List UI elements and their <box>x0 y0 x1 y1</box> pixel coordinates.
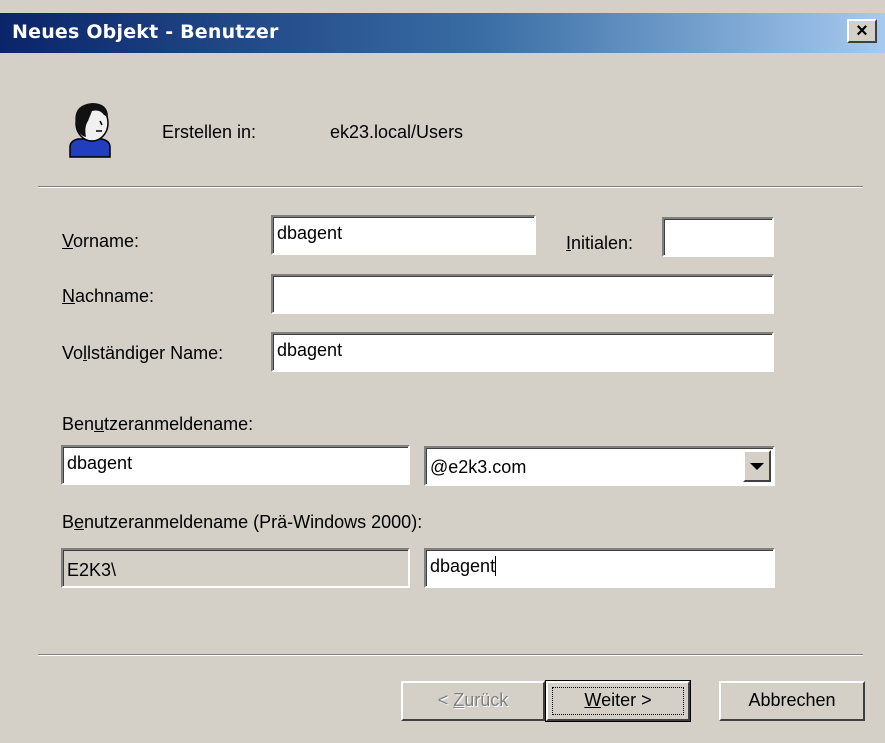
new-user-dialog: Neues Objekt - Benutzer × Erstellen in: … <box>0 0 885 743</box>
next-button[interactable]: Weiter > <box>545 680 691 722</box>
text-caret <box>495 556 497 576</box>
full-name-label: Vollständiger Name: <box>62 343 224 363</box>
pre2000-name-field[interactable]: dbagent <box>424 548 775 588</box>
last-name-label: Nachname: <box>62 286 155 306</box>
logon-domain-select[interactable]: @e2k3.com <box>424 446 775 486</box>
dialog-title: Neues Objekt - Benutzer <box>12 21 279 43</box>
close-icon: × <box>856 20 868 42</box>
user-icon <box>66 99 114 159</box>
footer-separator <box>38 654 863 656</box>
logon-name-label: Benutzeranmeldename: <box>62 414 254 434</box>
pre2000-domain-prefix: E2K3\ <box>61 548 410 588</box>
close-button[interactable]: × <box>847 19 877 43</box>
pre2000-label: Benutzeranmeldename (Prä-Windows 2000): <box>62 512 423 532</box>
initials-label: Initialen: <box>566 233 634 253</box>
chevron-down-icon[interactable] <box>743 450 771 482</box>
last-name-field[interactable] <box>271 274 774 314</box>
initials-field[interactable] <box>662 217 774 257</box>
full-name-field[interactable]: dbagent <box>271 332 774 372</box>
logon-name-field[interactable]: dbagent <box>61 445 410 485</box>
first-name-label: Vorname: <box>62 231 140 251</box>
create-in-value: ek23.local/Users <box>330 122 464 142</box>
first-name-field[interactable]: dbagent <box>271 215 536 255</box>
cancel-button[interactable]: Abbrechen <box>719 681 865 721</box>
back-button[interactable]: < Zurück <box>401 681 545 721</box>
create-in-label: Erstellen in: <box>162 122 257 142</box>
focus-rect <box>552 687 684 715</box>
header-separator <box>38 186 863 188</box>
